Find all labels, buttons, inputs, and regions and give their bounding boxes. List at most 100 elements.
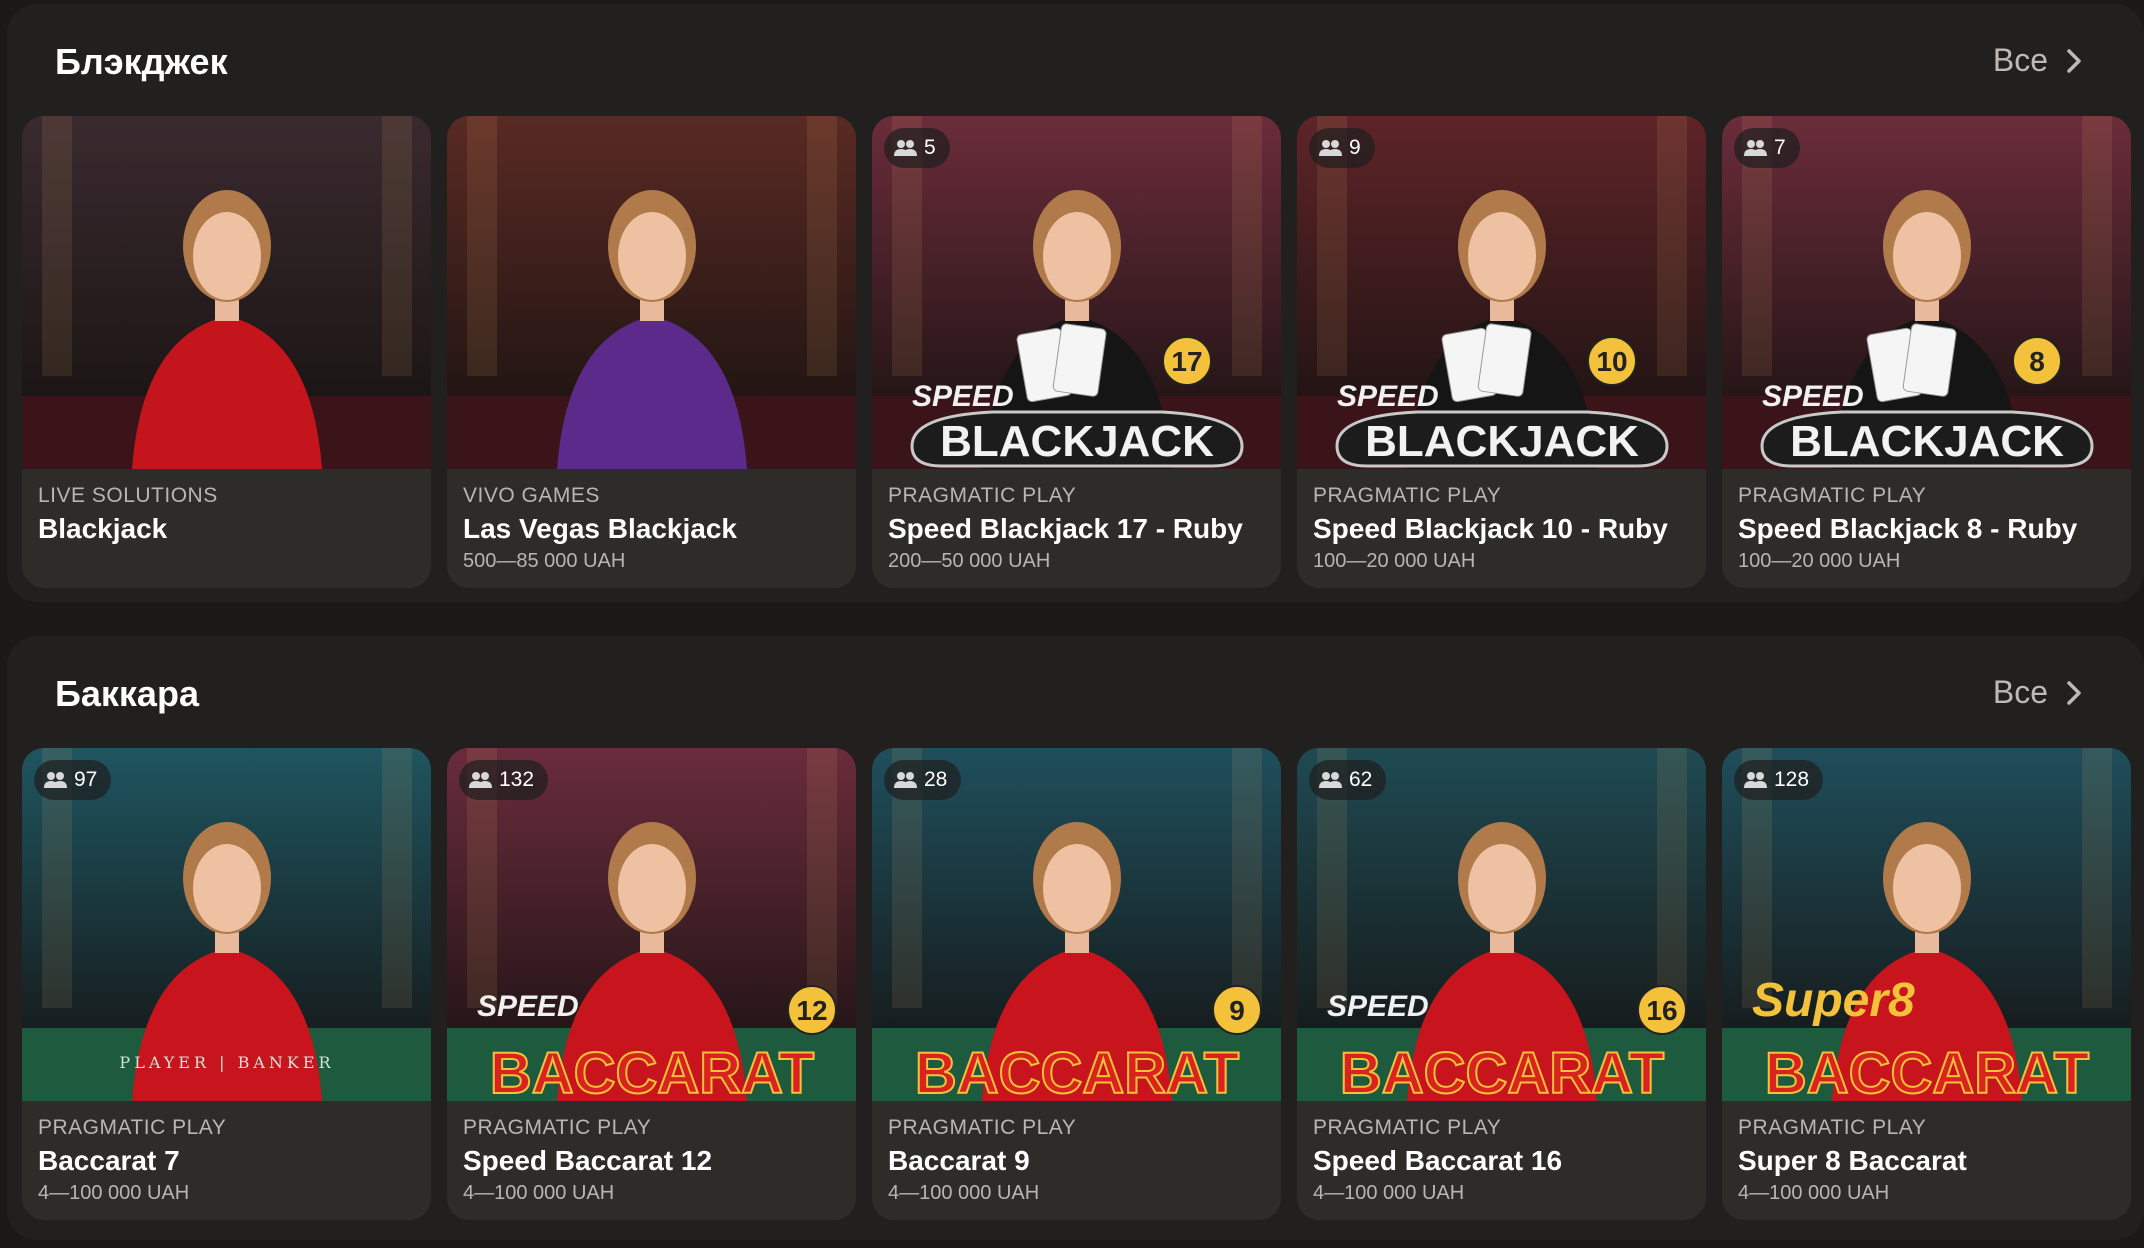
players-badge: 28 [884,760,962,800]
players-badge: 5 [884,128,950,168]
players-count: 128 [1774,768,1810,791]
section-title: Блэкджек [55,41,228,82]
see-all-label: Все [1992,42,2048,78]
game-image [22,116,431,469]
see-all-label: Все [1992,674,2048,710]
users-icon [894,140,917,156]
svg-text:BLACKJACK: BLACKJACK [1365,417,1639,466]
svg-text:SPEED: SPEED [1762,380,1864,413]
users-icon [894,772,917,788]
game-thumbnail: BACCARAT SPEED 16 [1297,748,1706,1101]
game-thumbnail: PLAYER | BANKER [22,748,431,1101]
game-info: PRAGMATIC PLAY Super 8 Baccarat 4—100 000 … [1722,1101,2131,1205]
players-count: 132 [499,768,535,791]
game-card[interactable]: PLAYER | BANKER 97 PRAGMATIC PLAY Baccarat … [22,748,431,1220]
game-thumbnail: BACCARAT Super8 [1722,748,2131,1101]
players-count: 9 [1349,136,1361,159]
game-provider: PRAGMATIC PLAY [888,484,1077,507]
section-baccarat: Баккара Все PLAYER | BANKER 97 PRAGMATIC P… [7,636,2144,1240]
svg-text:SPEED: SPEED [1327,990,1429,1023]
game-title: Speed Baccarat 12 [463,1145,713,1176]
game-limits: 4—100 000 UAH [888,1182,1040,1204]
game-card[interactable]: BLACKJACK SPEED 8 7 PRAGMATIC PLAY Speed Blac… [1722,116,2131,588]
users-icon [1319,772,1342,788]
game-card[interactable]: BACCARAT SPEED 16 62 PRAGMATIC PLAY Speed Bac… [1297,748,1706,1220]
svg-text:SPEED: SPEED [1337,380,1439,413]
game-card[interactable]: VIVO GAMES Las Vegas Blackjack 500—85 000 … [447,116,856,588]
svg-text:BACCARAT: BACCARAT [1340,1041,1664,1101]
game-thumbnail [447,116,856,469]
svg-text:16: 16 [1646,995,1677,1026]
svg-text:PLAYER | BANKER: PLAYER | BANKER [119,1053,334,1072]
svg-text:9: 9 [1229,995,1245,1026]
game-limits: 100—20 000 UAH [1313,550,1476,572]
users-icon [1744,772,1767,788]
game-thumbnail: BLACKJACK SPEED 10 [1297,116,1706,469]
players-badge: 9 [1309,128,1375,168]
game-thumbnail: BACCARAT SPEED 12 [447,748,856,1101]
game-image: BLACKJACK SPEED 8 7 [1722,116,2131,469]
players-count: 7 [1774,136,1786,159]
players-badge: 128 [1734,760,1824,800]
svg-text:8: 8 [2029,346,2045,377]
see-all-link[interactable]: Все [1993,42,2084,79]
game-thumbnail: BLACKJACK SPEED 17 [872,116,1281,469]
game-info: LIVE SOLUTIONS Blackjack [22,469,431,547]
game-card[interactable]: BACCARAT 9 28 PRAGMATIC PLAY Baccarat 9 4—100… [872,748,1281,1220]
game-image [447,116,856,469]
game-provider: PRAGMATIC PLAY [888,1116,1077,1139]
game-provider: VIVO GAMES [463,484,600,507]
game-image: BACCARAT SPEED 12 132 [447,748,856,1101]
game-title: Speed Blackjack 17 - Ruby [888,513,1243,544]
game-limits: 4—100 000 UAH [1738,1182,1890,1204]
svg-text:17: 17 [1171,346,1202,377]
svg-text:BLACKJACK: BLACKJACK [1790,417,2064,466]
game-card[interactable]: BLACKJACK SPEED 10 9 PRAGMATIC PLAY Speed Bla… [1297,116,1706,588]
game-card-list: LIVE SOLUTIONS Blackjack VIVO GAMES Las Veg… [22,116,2131,588]
players-count: 5 [924,136,936,159]
game-image: BACCARAT SPEED 16 62 [1297,748,1706,1101]
users-icon [44,772,67,788]
game-info: PRAGMATIC PLAY Speed Baccarat 12 4—100 000… [447,1101,856,1205]
svg-text:12: 12 [796,995,827,1026]
game-info: VIVO GAMES Las Vegas Blackjack 500—85 000 … [447,469,856,573]
game-image: PLAYER | BANKER 97 [22,748,431,1101]
see-all-link[interactable]: Все [1993,674,2084,711]
game-info: PRAGMATIC PLAY Speed Blackjack 10 - Ruby 1… [1297,469,1706,573]
game-card[interactable]: BLACKJACK SPEED 17 5 PRAGMATIC PLAY Speed Bla… [872,116,1281,588]
game-provider: PRAGMATIC PLAY [463,1116,652,1139]
game-limits: 200—50 000 UAH [888,550,1051,572]
game-title: Speed Blackjack 10 - Ruby [1313,513,1668,544]
game-info: PRAGMATIC PLAY Speed Blackjack 17 - Ruby 2… [872,469,1281,573]
game-limits: 4—100 000 UAH [38,1182,190,1204]
chevron-right-icon [2067,680,2081,705]
svg-text:BACCARAT: BACCARAT [490,1041,814,1101]
chevron-right-icon [2067,48,2081,73]
game-provider: PRAGMATIC PLAY [1738,1116,1927,1139]
game-provider: PRAGMATIC PLAY [1738,484,1927,507]
game-limits: 100—20 000 UAH [1738,550,1901,572]
game-title: Baccarat 7 [38,1145,180,1176]
users-icon [1319,140,1342,156]
game-limits: 4—100 000 UAH [463,1182,615,1204]
players-count: 97 [74,768,98,791]
game-info: PRAGMATIC PLAY Speed Blackjack 8 - Ruby 10… [1722,469,2131,573]
game-card[interactable]: BACCARAT Super8 128 PRAGMATIC PLAY Super 8 B… [1722,748,2131,1220]
svg-text:BACCARAT: BACCARAT [915,1041,1239,1101]
game-provider: PRAGMATIC PLAY [38,1116,227,1139]
game-provider: LIVE SOLUTIONS [38,484,218,507]
game-title: Baccarat 9 [888,1145,1030,1176]
players-count: 28 [924,768,948,791]
game-card[interactable]: BACCARAT SPEED 12 132 PRAGMATIC PLAY Speed Ba… [447,748,856,1220]
game-card-list: PLAYER | BANKER 97 PRAGMATIC PLAY Baccarat … [22,748,2131,1220]
game-provider: PRAGMATIC PLAY [1313,484,1502,507]
players-badge: 7 [1734,128,1800,168]
game-image: BACCARAT Super8 128 [1722,748,2131,1101]
svg-text:Super8: Super8 [1752,974,1915,1027]
game-info: PRAGMATIC PLAY Baccarat 9 4—100 000 UAH [872,1101,1281,1205]
users-icon [1744,140,1767,156]
game-title: Super 8 Baccarat [1738,1145,1967,1176]
game-card[interactable]: LIVE SOLUTIONS Blackjack [22,116,431,588]
game-image: BLACKJACK SPEED 17 5 [872,116,1281,469]
section-blackjack: Блэкджек Все LIVE SOLUTIONS Blackjack VIVO… [7,4,2144,602]
